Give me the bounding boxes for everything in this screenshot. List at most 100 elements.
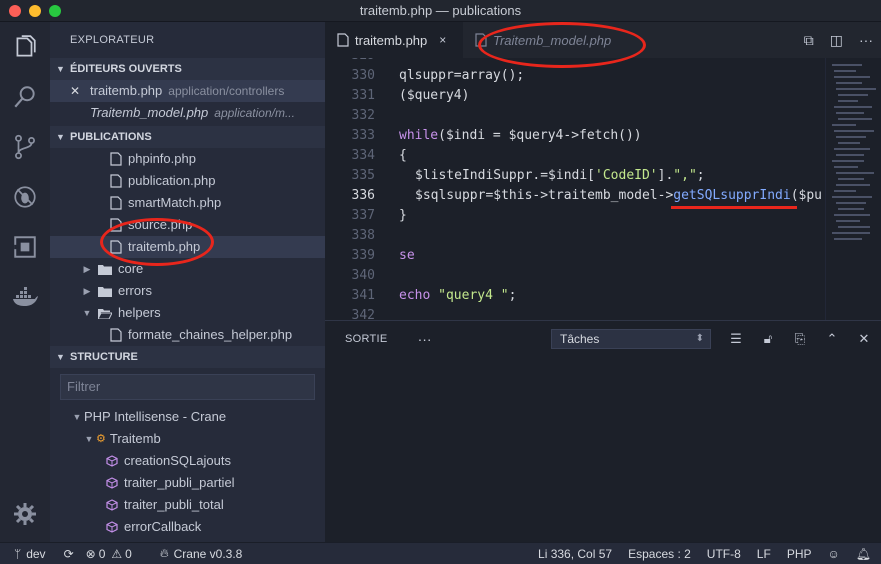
close-icon[interactable]: ✕ xyxy=(70,80,84,102)
folder-icon xyxy=(98,264,112,275)
close-window-button[interactable] xyxy=(9,5,21,17)
file-item[interactable]: publication.php xyxy=(50,170,325,192)
editor-tab-bar: traitemb.php × Traitemb_model.php ⧉ ◫ ··… xyxy=(325,22,881,58)
structure-class[interactable]: ▼ ⚙ Traitemb xyxy=(50,428,325,450)
indentation[interactable]: Espaces : 2 xyxy=(628,547,691,561)
code-editor[interactable]: 329 330qlsuppr=array(); 331($query4) 332… xyxy=(325,58,825,320)
panel-more-icon[interactable]: ··· xyxy=(418,331,432,347)
status-right: Li 336, Col 57 Espaces : 2 UTF-8 LF PHP … xyxy=(538,543,871,564)
code-line: 334{ xyxy=(351,148,407,163)
code-line: 342 xyxy=(351,308,375,320)
warning-icon: ⚠ xyxy=(111,546,123,561)
debug-icon[interactable] xyxy=(0,172,50,222)
method-cube-icon xyxy=(106,455,118,467)
minimap[interactable] xyxy=(825,58,881,320)
chevron-down-icon: ▼ xyxy=(72,412,82,422)
explorer-icon[interactable] xyxy=(0,22,50,72)
error-icon: ⊗ xyxy=(85,546,96,561)
feedback-smiley-icon[interactable]: ☺ xyxy=(828,547,840,561)
window-title: traitemb.php — publications xyxy=(359,3,522,18)
language-mode[interactable]: PHP xyxy=(787,547,812,561)
sidebar-title: EXPLORATEUR xyxy=(70,34,155,46)
output-channel-select[interactable]: Tâches ⬍ xyxy=(551,329,711,349)
folder-item-helpers[interactable]: ▼ helpers xyxy=(50,302,325,324)
more-actions-icon[interactable]: ··· xyxy=(859,32,873,48)
problems-indicator[interactable]: ⊗ 0 ⚠ 0 xyxy=(86,547,132,561)
docker-icon[interactable] xyxy=(0,272,50,322)
code-line: 331 ($query4) xyxy=(351,88,470,103)
publications-header[interactable]: ▼ PUBLICATIONS xyxy=(50,126,325,148)
zoom-window-button[interactable] xyxy=(49,5,61,17)
clear-output-icon[interactable]: ☰ xyxy=(727,331,745,347)
settings-gear-icon[interactable] xyxy=(0,494,50,534)
output-panel: SORTIE ··· Tâches ⬍ ☰ 🔓︎ ⎘ ⌃ ✕ xyxy=(325,320,881,542)
panel-bar: SORTIE ··· Tâches ⬍ ☰ 🔓︎ ⎘ ⌃ ✕ xyxy=(325,321,881,357)
search-icon[interactable] xyxy=(0,72,50,122)
structure-root[interactable]: ▼ PHP Intellisense - Crane xyxy=(50,406,325,428)
notifications-bell-icon[interactable]: 🔔︎ xyxy=(856,547,871,561)
open-changes-icon[interactable]: ⧉ xyxy=(804,32,814,49)
title-bar: traitemb.php — publications xyxy=(0,0,881,22)
structure-header[interactable]: ▼ STRUCTURE xyxy=(50,346,325,368)
chevron-down-icon: ▼ xyxy=(82,308,92,318)
file-item-selected[interactable]: traitemb.php xyxy=(50,236,325,258)
structure-method[interactable]: creationSQLajouts xyxy=(50,450,325,472)
cursor-position[interactable]: Li 336, Col 57 xyxy=(538,547,612,561)
method-cube-icon xyxy=(106,499,118,511)
source-control-icon[interactable] xyxy=(0,122,50,172)
file-item[interactable]: smartMatch.php xyxy=(50,192,325,214)
folder-item-errors[interactable]: ▶ errors xyxy=(50,280,325,302)
class-icon: ⚙ xyxy=(96,433,106,445)
crane-status[interactable]: 🔥︎ Crane v0.3.8 xyxy=(160,546,243,561)
file-icon xyxy=(110,328,122,342)
file-icon xyxy=(337,33,349,47)
open-log-icon[interactable]: ⎘ xyxy=(791,331,809,347)
file-item[interactable]: phpinfo.php xyxy=(50,148,325,170)
folder-open-icon xyxy=(98,308,112,319)
panel-actions: ☰ 🔓︎ ⎘ ⌃ ✕ xyxy=(727,321,873,357)
method-cube-icon xyxy=(106,477,118,489)
file-icon xyxy=(475,33,487,47)
code-line-current: 336 $sqlsuppr=$this->traitemb_model->getS… xyxy=(351,188,822,203)
annotation-underline xyxy=(671,206,797,209)
chevron-down-icon: ▼ xyxy=(84,434,94,444)
file-icon xyxy=(110,218,122,232)
split-editor-icon[interactable]: ◫ xyxy=(830,32,843,49)
code-line: 337} xyxy=(351,208,407,223)
lock-scroll-icon[interactable]: 🔓︎ xyxy=(759,331,777,347)
chevron-down-icon: ▼ xyxy=(56,64,65,74)
git-branch[interactable]: ᛘ dev xyxy=(14,547,46,561)
git-branch-icon: ᛘ xyxy=(14,546,22,561)
structure-method[interactable]: traiter_publi_partiel xyxy=(50,472,325,494)
tab-traitemb[interactable]: traitemb.php × xyxy=(325,22,463,58)
maximize-panel-icon[interactable]: ⌃ xyxy=(823,331,841,347)
file-icon xyxy=(110,196,122,210)
extensions-icon[interactable] xyxy=(0,222,50,272)
tab-output[interactable]: SORTIE xyxy=(345,333,388,345)
file-icon xyxy=(110,240,122,254)
folder-icon xyxy=(98,286,112,297)
status-bar: ᛘ dev ⟳ ⊗ 0 ⚠ 0 🔥︎ Crane v0.3.8 Li 336, … xyxy=(0,542,881,564)
code-line: 340 xyxy=(351,268,375,283)
chevron-down-icon: ▼ xyxy=(56,352,65,362)
file-item[interactable]: source.php xyxy=(50,214,325,236)
minimize-window-button[interactable] xyxy=(29,5,41,17)
tab-traitemb-model[interactable]: Traitemb_model.php xyxy=(463,22,623,58)
structure-method[interactable]: traiter_publi_total xyxy=(50,494,325,516)
flame-icon: 🔥︎ xyxy=(159,546,169,560)
open-editors-header[interactable]: ▼ ÉDITEURS OUVERTS xyxy=(50,58,325,80)
open-editor-item-traitemb[interactable]: ✕ traitemb.php application/controllers xyxy=(50,80,325,102)
sync-icon[interactable]: ⟳ xyxy=(64,547,74,561)
encoding[interactable]: UTF-8 xyxy=(707,547,741,561)
end-of-line[interactable]: LF xyxy=(757,547,771,561)
structure-filter-input[interactable]: Filtrer xyxy=(60,374,315,400)
folder-item-core[interactable]: ▶ core xyxy=(50,258,325,280)
open-editor-item-traitemb-model[interactable]: Traitemb_model.php application/m... xyxy=(50,102,325,124)
tab-close-icon[interactable]: × xyxy=(439,33,446,47)
explorer-sidebar: EXPLORATEUR ▼ ÉDITEURS OUVERTS ✕ traitem… xyxy=(50,22,325,542)
activity-bar xyxy=(0,22,50,542)
file-item[interactable]: formate_chaines_helper.php xyxy=(50,324,325,346)
code-line: 339 se xyxy=(351,248,415,263)
structure-method[interactable]: errorCallback xyxy=(50,516,325,538)
close-panel-icon[interactable]: ✕ xyxy=(855,331,873,347)
